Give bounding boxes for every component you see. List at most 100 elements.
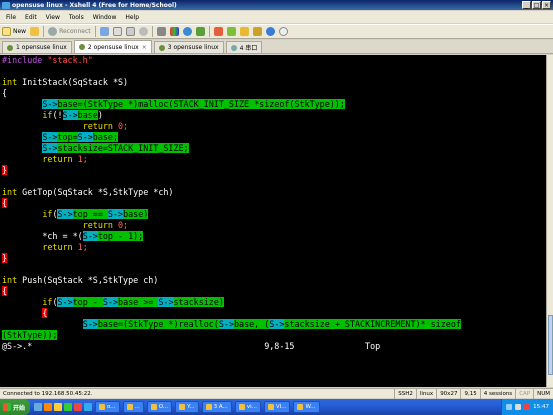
terminal-text-segment: } (2, 165, 8, 175)
system-tray: 15:47 (501, 399, 553, 415)
taskbar-item[interactable]: W... (293, 401, 320, 413)
security-icon[interactable] (524, 404, 531, 410)
lock-button[interactable] (252, 27, 262, 36)
terminal-text-segment: base; (92, 132, 119, 142)
properties-button[interactable] (99, 27, 109, 36)
menu-bar: File Edit View Tools Window Help (0, 11, 553, 23)
window-controls: _ □ × (522, 1, 551, 9)
network-icon[interactable] (506, 404, 513, 410)
chat-button[interactable] (278, 27, 288, 36)
volume-icon[interactable] (515, 404, 522, 410)
terminal-text-segment: base >= (118, 297, 159, 307)
menu-edit[interactable]: Edit (25, 14, 37, 21)
terminal-line: { (0, 308, 546, 319)
script-button[interactable] (226, 27, 236, 36)
protocol-status: SSH2 (394, 388, 416, 399)
help-button[interactable] (265, 27, 275, 36)
toolbar-separator (151, 26, 153, 37)
terminal-line: int Push(SqStack *S,StkType ch) (0, 275, 546, 286)
clock[interactable]: 15:47 (533, 404, 549, 410)
color-scheme-icon (169, 27, 179, 36)
new-session-button[interactable]: New (2, 27, 26, 36)
tab-session-2[interactable]: 2 opensuse linux × (73, 40, 152, 53)
terminal-text-segment: (StkType)); (2, 330, 58, 340)
terminal-line: return 0; (0, 220, 546, 231)
menu-help[interactable]: Help (125, 14, 139, 21)
taskbar-item[interactable]: O... (146, 401, 173, 413)
task-label: 3 A... (213, 404, 228, 410)
transfer-button[interactable] (195, 27, 205, 36)
terminal-text-segment: 1; (72, 242, 88, 252)
folder-icon[interactable] (54, 403, 63, 411)
quick-launch (34, 403, 93, 411)
terminal-text-segment: S-> (42, 99, 58, 109)
menu-window[interactable]: Window (93, 14, 117, 21)
app-icon[interactable] (84, 403, 93, 411)
taskbar-item[interactable]: ... (122, 401, 144, 413)
terminal-text-segment: InitStack(SqStack *S) (17, 77, 129, 87)
terminal-text-segment: stacksize + STACKINCREMENT)* sizeof (284, 319, 461, 329)
taskbar-item[interactable]: o... (95, 401, 120, 413)
menu-view[interactable]: View (46, 14, 60, 21)
find-button[interactable] (138, 27, 148, 36)
close-tab-icon[interactable]: × (142, 44, 147, 51)
terminal-text-segment: S-> (42, 132, 58, 142)
taskbar-item[interactable]: vi... (234, 401, 261, 413)
terminal-text-segment: (! (52, 110, 63, 120)
num-lock-indicator: NUM (533, 388, 553, 399)
taskbar-item[interactable]: Y... (175, 401, 199, 413)
serial-status-icon (230, 44, 237, 51)
windows-taskbar: 开始 o... ... O... Y... 3 A... vi... VI...… (0, 399, 553, 415)
open-button[interactable] (30, 27, 40, 36)
toolbar: New Reconnect (0, 24, 553, 39)
terminal-text-segment: return (82, 220, 113, 230)
taskbar-item[interactable]: 3 A... (201, 401, 232, 413)
tab-label: 1 opensuse linux (16, 44, 67, 51)
minimize-button[interactable]: _ (522, 1, 531, 9)
copy-button[interactable] (112, 27, 122, 36)
terminal-scrollbar[interactable] (546, 55, 553, 387)
print-button[interactable] (156, 27, 166, 36)
menu-file[interactable]: File (6, 14, 16, 21)
session-status-icon (7, 44, 13, 51)
maximize-button[interactable]: □ (532, 1, 541, 9)
tab-session-4[interactable]: 4 串口 (225, 41, 263, 53)
task-icon (179, 404, 186, 410)
terminal-line: { (0, 198, 546, 209)
window-title: opensuse linux - Xshell 4 (Free for Home… (12, 1, 177, 9)
browser-icon[interactable] (44, 403, 53, 411)
task-label: O... (158, 404, 169, 410)
tab-session-1[interactable]: 1 opensuse linux (2, 41, 72, 53)
desktop-icon[interactable] (34, 403, 43, 411)
tab-session-3[interactable]: 3 opensuse linux (153, 41, 224, 53)
reconnect-icon (48, 27, 58, 36)
layout-button[interactable] (239, 27, 249, 36)
app-icon[interactable] (64, 403, 73, 411)
terminal-line: S->base=(StkType *)realloc(S->base, (S->… (0, 319, 546, 330)
reconnect-button[interactable]: Reconnect (48, 27, 91, 36)
terminal-screen[interactable]: #include "stack.h" int InitStack(SqStack … (0, 55, 546, 387)
taskbar-item[interactable]: VI... (263, 401, 291, 413)
tools-button[interactable] (213, 27, 223, 36)
terminal-size: 90x27 (436, 388, 460, 399)
task-label: ... (134, 404, 140, 410)
paste-button[interactable] (125, 27, 135, 36)
terminal-text-segment: base, ( (233, 319, 270, 329)
globe-button[interactable] (182, 27, 192, 36)
terminal-text-segment: 1; (72, 154, 88, 164)
terminal-text-segment: stacksize) (173, 297, 224, 307)
color-scheme-button[interactable] (169, 27, 179, 36)
start-button[interactable]: 开始 (0, 399, 31, 415)
toolbar-separator (94, 26, 96, 37)
scrollbar-thumb[interactable] (548, 315, 553, 375)
terminal-text-segment: top= (57, 132, 78, 142)
close-button[interactable]: × (542, 1, 551, 9)
menu-tools[interactable]: Tools (69, 14, 84, 21)
app-icon[interactable] (74, 403, 83, 411)
terminal-line: if(S->top - S->base >= S->stacksize) (0, 297, 546, 308)
